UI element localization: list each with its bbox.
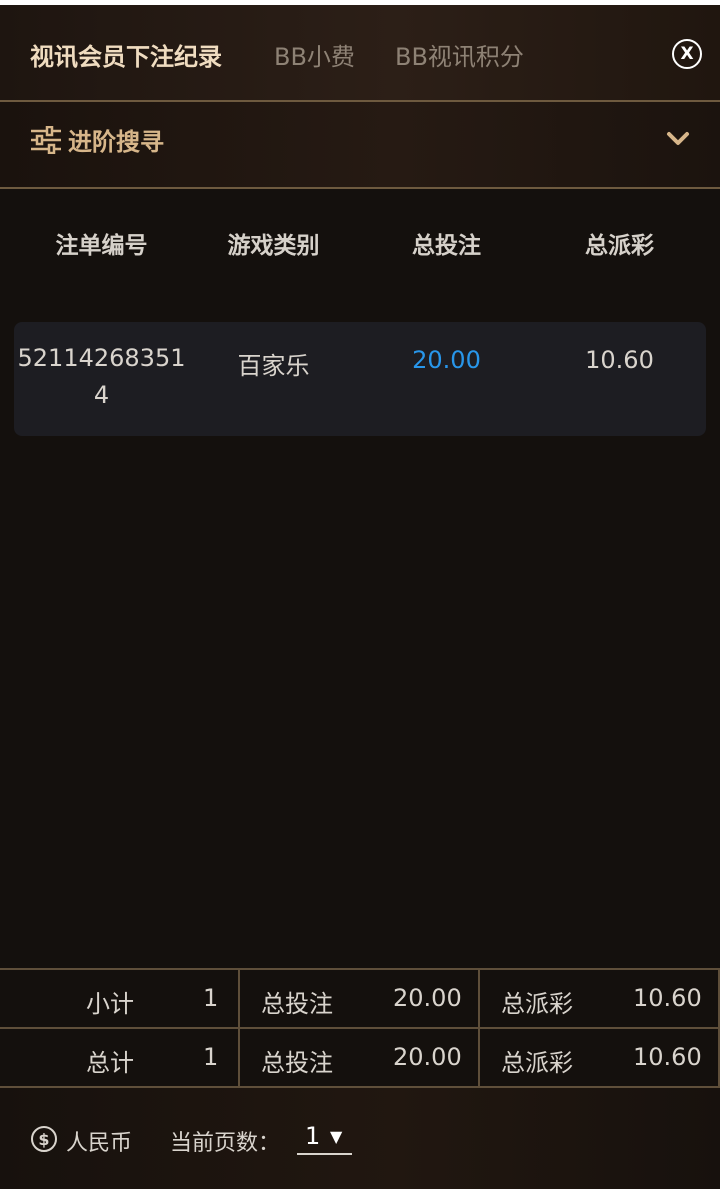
sliders-icon	[31, 126, 61, 154]
subtotal-row: 小计 1 总投注 20.00 总派彩 10.60	[0, 970, 720, 1029]
column-header-ticket-id: 注单编号	[55, 233, 148, 259]
total-payout-value: 10.60	[633, 1043, 702, 1071]
advanced-search-label[interactable]: 进阶搜寻	[68, 122, 164, 157]
total-bet-value: 20.00	[393, 1043, 462, 1071]
column-header-total-bet: 总投注	[412, 233, 481, 259]
total-bet-cell[interactable]: 20.00	[359, 346, 534, 374]
subtotal-bet-value: 20.00	[393, 984, 462, 1012]
total-row: 总计 1 总投注 20.00 总派彩 10.60	[0, 1029, 720, 1088]
tab-video-bet-records[interactable]: 视讯会员下注纪录	[30, 37, 222, 72]
column-header-total-payout: 总派彩	[585, 233, 654, 259]
subtotal-payout-value: 10.60	[633, 984, 702, 1012]
svg-text:$: $	[38, 1130, 49, 1149]
current-page-label: 当前页数：	[170, 1131, 281, 1156]
tab-bb-video-points[interactable]: BB视讯积分	[395, 37, 524, 72]
summary-divider	[238, 1029, 240, 1086]
header-tabs-bar: 视讯会员下注纪录 BB小费 BB视讯积分 X	[0, 5, 720, 102]
table-row[interactable]: 521142683514 百家乐 20.00 10.60	[14, 322, 706, 436]
total-label: 总计	[86, 1049, 134, 1077]
caret-down-icon: ▼	[330, 1127, 343, 1146]
total-bet-label: 总投注	[261, 1049, 333, 1077]
total-payout-label: 总派彩	[501, 1049, 573, 1077]
page-select-value: 1	[305, 1122, 321, 1150]
total-payout-cell: 10.60	[585, 346, 654, 374]
subtotal-bet-label: 总投注	[261, 990, 333, 1018]
summary-divider	[478, 970, 480, 1027]
currency-label[interactable]: 人民币	[66, 1125, 132, 1157]
summary-table: 小计 1 总投注 20.00 总派彩 10.60 总计 1 总投注 20.00 …	[0, 968, 720, 1088]
subtotal-label: 小计	[86, 990, 134, 1018]
game-type-cell: 百家乐	[237, 352, 310, 380]
summary-divider	[238, 970, 240, 1027]
page-select[interactable]: 1 ▼	[297, 1118, 352, 1155]
chevron-down-icon[interactable]	[666, 131, 690, 147]
total-count: 1	[203, 1043, 219, 1071]
tab-bb-tips[interactable]: BB小费	[274, 37, 355, 72]
close-icon[interactable]: X	[672, 39, 702, 69]
subtotal-payout-label: 总派彩	[501, 990, 573, 1018]
subtotal-count: 1	[203, 984, 219, 1012]
dollar-coin-icon: $	[31, 1126, 57, 1152]
ticket-id-cell: 521142683514	[17, 344, 186, 409]
summary-divider	[478, 1029, 480, 1086]
column-header-game-type: 游戏类别	[227, 233, 320, 259]
